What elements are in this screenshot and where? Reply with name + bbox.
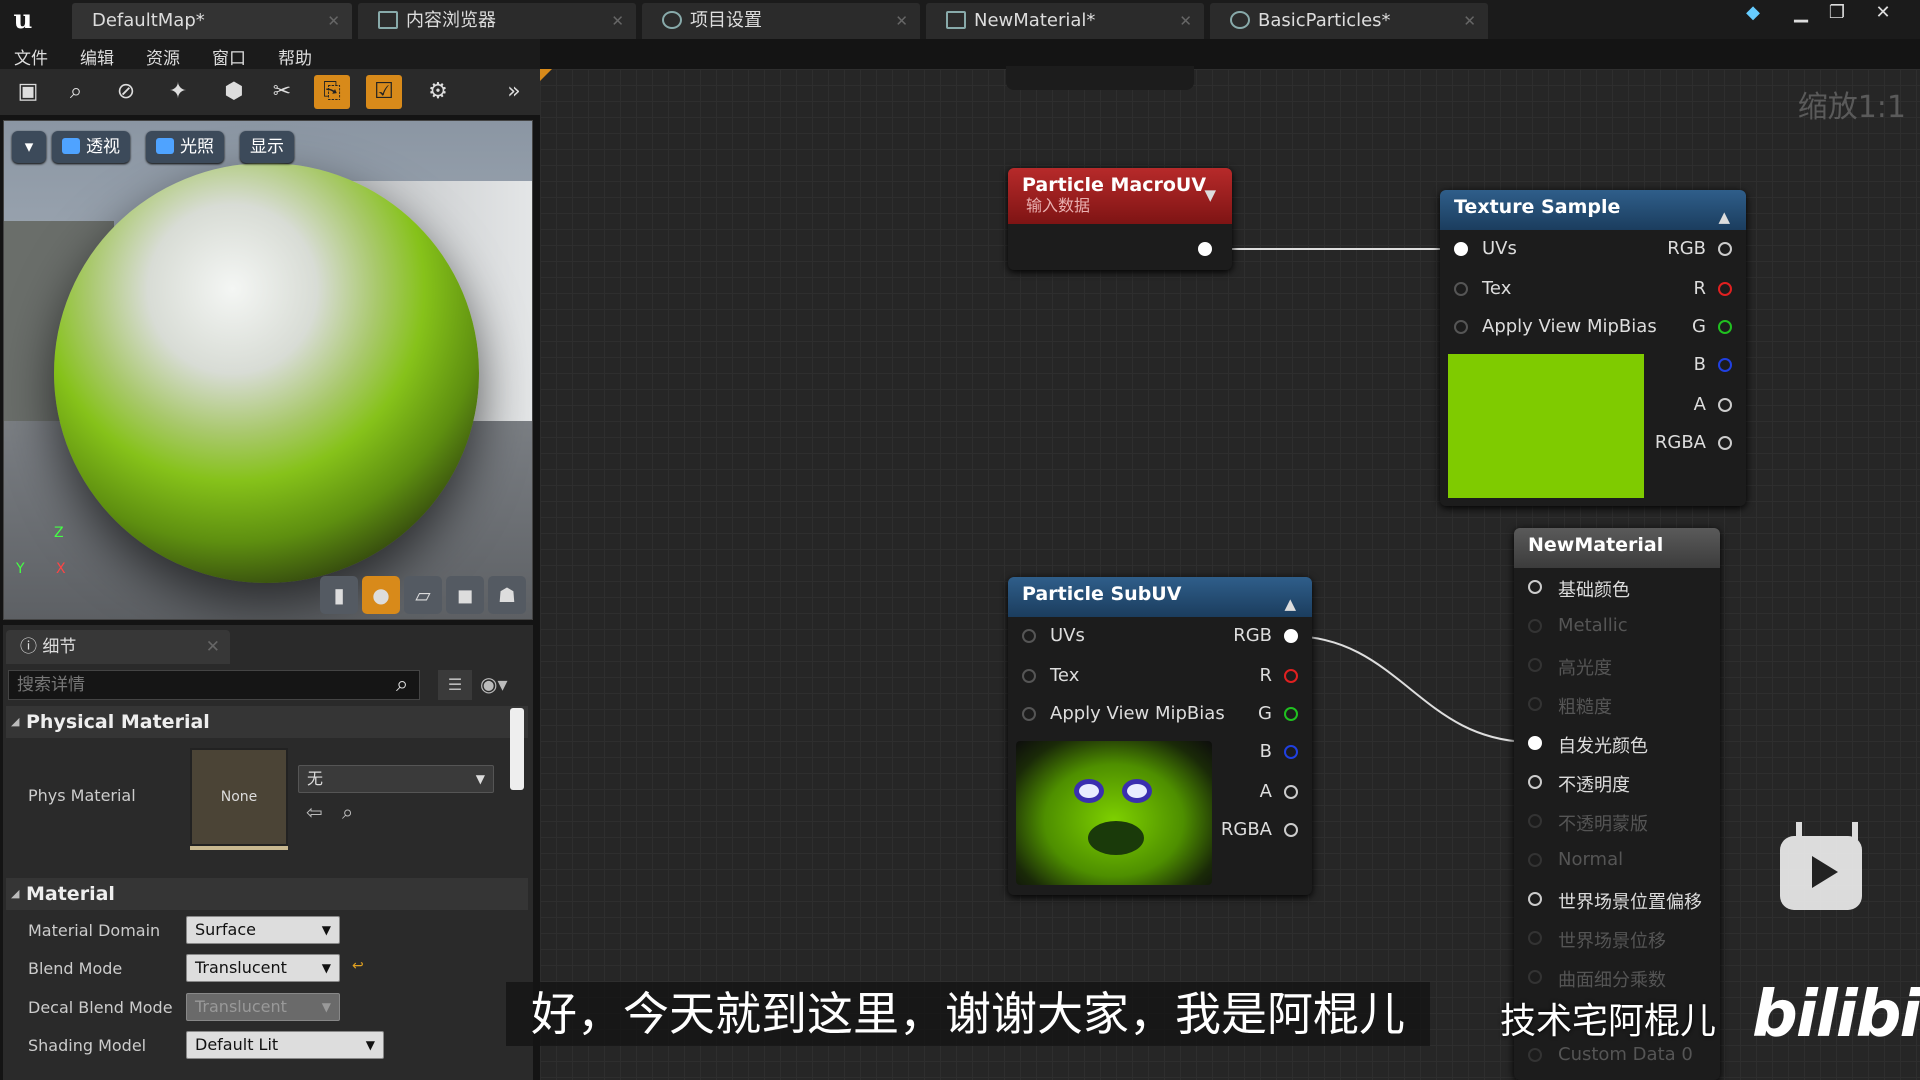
output-label-b: B bbox=[1693, 354, 1706, 375]
preview-eye-right bbox=[1122, 779, 1152, 803]
bilibili-logo: bilibili bbox=[1752, 978, 1920, 1052]
output-label-g: G bbox=[1692, 316, 1706, 337]
input-label-emissive: 自发光颜色 bbox=[1558, 736, 1648, 757]
output-pin[interactable] bbox=[1198, 242, 1212, 256]
collapse-arrow-icon[interactable]: ▲ bbox=[1284, 587, 1296, 621]
output-label-a: A bbox=[1693, 394, 1706, 415]
input-label-uvs: UVs bbox=[1050, 625, 1085, 646]
output-label-r: R bbox=[1693, 278, 1706, 299]
input-label-tex: Tex bbox=[1050, 665, 1080, 686]
output-label-rgba: RGBA bbox=[1654, 432, 1706, 453]
input-label-roughness: 粗糙度 bbox=[1558, 697, 1612, 718]
input-label-normal: Normal bbox=[1558, 849, 1624, 870]
input-pin-uvs[interactable] bbox=[1454, 242, 1468, 256]
input-label-base-color: 基础颜色 bbox=[1558, 580, 1630, 601]
input-label-world-position-offset: 世界场景位置偏移 bbox=[1558, 892, 1702, 913]
particle-subuv-node[interactable]: Particle SubUV ▲ UVs Tex Apply View MipBi… bbox=[1008, 577, 1312, 895]
output-pin-a[interactable] bbox=[1718, 398, 1732, 412]
output-pin-rgba[interactable] bbox=[1284, 823, 1298, 837]
node-title: Particle MacroUV bbox=[1022, 174, 1207, 196]
node-header: Particle MacroUV ▼ 输入数据 bbox=[1008, 168, 1232, 224]
input-label-specular: 高光度 bbox=[1558, 658, 1612, 679]
output-label-g: G bbox=[1258, 703, 1272, 724]
output-pin-a[interactable] bbox=[1284, 785, 1298, 799]
output-label-a: A bbox=[1259, 781, 1272, 802]
particle-macrouv-node[interactable]: Particle MacroUV ▼ 输入数据 bbox=[1008, 168, 1232, 270]
input-label-custom-data-0: Custom Data 0 bbox=[1558, 1044, 1693, 1065]
expand-arrow-icon[interactable]: ▼ bbox=[1204, 178, 1216, 212]
output-label-rgb: RGB bbox=[1233, 625, 1272, 646]
output-pin-rgb[interactable] bbox=[1284, 629, 1298, 643]
subuv-texture-preview bbox=[1016, 741, 1212, 885]
input-pin-emissive[interactable] bbox=[1528, 736, 1542, 750]
video-subtitle: 好，今天就到这里，谢谢大家，我是阿棍儿 bbox=[506, 982, 1430, 1046]
input-label-uvs: UVs bbox=[1482, 238, 1517, 259]
node-header: Particle SubUV ▲ bbox=[1008, 577, 1312, 617]
input-pin-world-position-offset[interactable] bbox=[1528, 892, 1542, 906]
output-pin-b[interactable] bbox=[1284, 745, 1298, 759]
node-header: Texture Sample ▲ bbox=[1440, 190, 1746, 230]
texture-preview bbox=[1448, 354, 1644, 498]
input-label-tessellation: 曲面细分乘数 bbox=[1558, 970, 1666, 991]
input-label-mipbias: Apply View MipBias bbox=[1050, 703, 1225, 724]
input-pin-tessellation[interactable] bbox=[1528, 970, 1542, 984]
output-pin-rgba[interactable] bbox=[1718, 436, 1732, 450]
output-pin-g[interactable] bbox=[1284, 707, 1298, 721]
output-pin-r[interactable] bbox=[1284, 669, 1298, 683]
input-pin-opacity[interactable] bbox=[1528, 775, 1542, 789]
input-label-tex: Tex bbox=[1482, 278, 1512, 299]
input-pin-mipbias[interactable] bbox=[1454, 320, 1468, 334]
input-pin-world-displacement[interactable] bbox=[1528, 931, 1542, 945]
input-pin-mipbias[interactable] bbox=[1022, 707, 1036, 721]
input-pin-base-color[interactable] bbox=[1528, 580, 1542, 594]
video-play-icon[interactable] bbox=[1780, 836, 1862, 910]
input-pin-uvs[interactable] bbox=[1022, 629, 1036, 643]
output-pin-rgb[interactable] bbox=[1718, 242, 1732, 256]
output-pin-r[interactable] bbox=[1718, 282, 1732, 296]
node-subtitle: 输入数据 bbox=[1026, 196, 1091, 215]
collapse-arrow-icon[interactable]: ▲ bbox=[1718, 200, 1730, 234]
uploader-watermark: 技术宅阿棍儿 bbox=[1500, 1001, 1717, 1042]
output-pin-g[interactable] bbox=[1718, 320, 1732, 334]
input-pin-roughness[interactable] bbox=[1528, 697, 1542, 711]
input-label-opacity: 不透明度 bbox=[1558, 775, 1630, 796]
node-title: Texture Sample bbox=[1454, 196, 1621, 218]
input-pin-opacity-mask[interactable] bbox=[1528, 814, 1542, 828]
input-pin-metallic[interactable] bbox=[1528, 619, 1542, 633]
preview-eye-left bbox=[1074, 779, 1104, 803]
node-title: Particle SubUV bbox=[1022, 583, 1182, 605]
input-label-world-displacement: 世界场景位移 bbox=[1558, 931, 1666, 952]
input-pin-tex[interactable] bbox=[1022, 669, 1036, 683]
output-label-r: R bbox=[1259, 665, 1272, 686]
input-pin-normal[interactable] bbox=[1528, 853, 1542, 867]
output-label-rgb: RGB bbox=[1667, 238, 1706, 259]
output-pin-b[interactable] bbox=[1718, 358, 1732, 372]
output-label-b: B bbox=[1259, 741, 1272, 762]
node-header: NewMaterial bbox=[1514, 528, 1720, 568]
input-label-metallic: Metallic bbox=[1558, 615, 1628, 636]
node-title: NewMaterial bbox=[1528, 534, 1664, 556]
preview-mouth bbox=[1088, 821, 1144, 855]
input-pin-specular[interactable] bbox=[1528, 658, 1542, 672]
input-label-mipbias: Apply View MipBias bbox=[1482, 316, 1657, 337]
input-pin-tex[interactable] bbox=[1454, 282, 1468, 296]
wire-rgb-to-emissive bbox=[1289, 635, 1533, 743]
output-label-rgba: RGBA bbox=[1220, 819, 1272, 840]
input-pin-custom-data-0[interactable] bbox=[1528, 1048, 1542, 1062]
input-label-opacity-mask: 不透明蒙版 bbox=[1558, 814, 1648, 835]
texture-sample-node[interactable]: Texture Sample ▲ UVs Tex Apply View MipBi… bbox=[1440, 190, 1746, 506]
